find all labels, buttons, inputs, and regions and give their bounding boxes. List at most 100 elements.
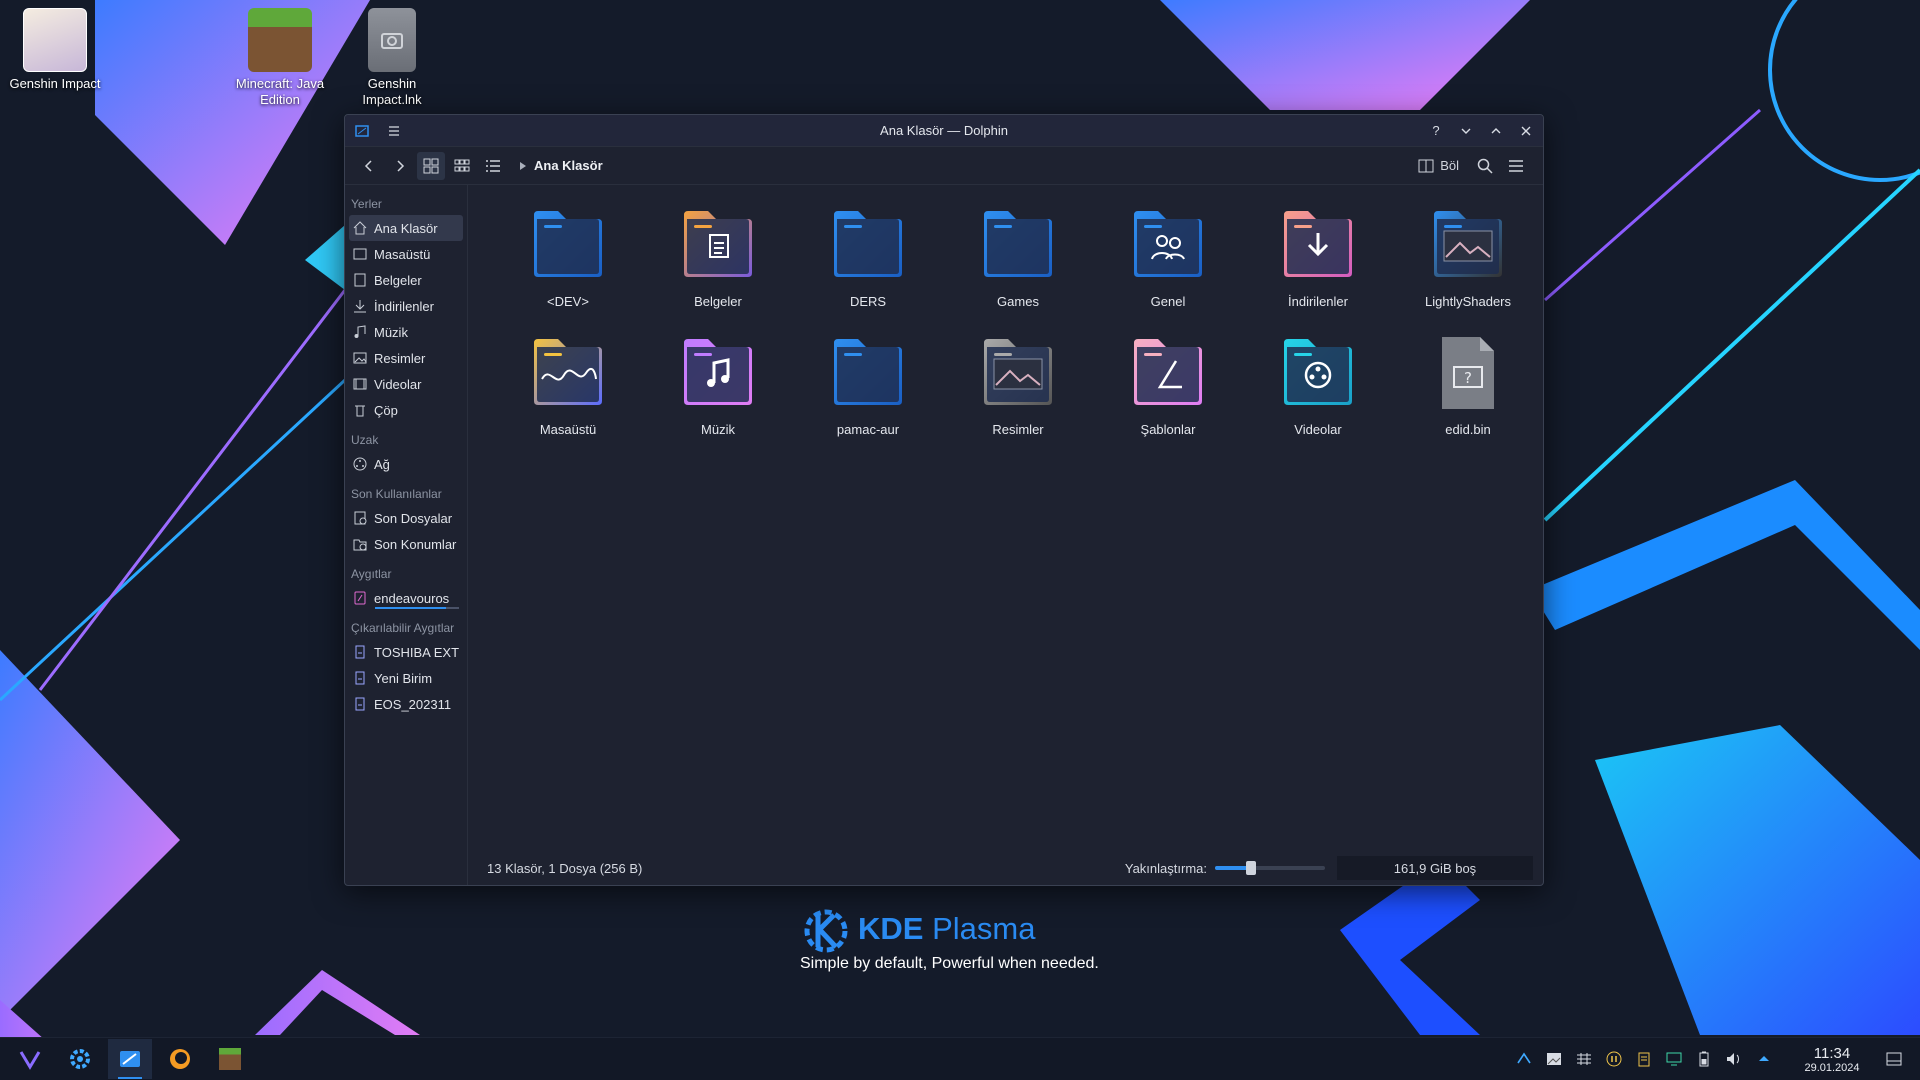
battery-icon[interactable] (1696, 1051, 1712, 1067)
desktop-icon-genshin-link[interactable]: Genshin Impact.lnk (337, 8, 447, 108)
kde-connect-icon[interactable] (1516, 1051, 1532, 1067)
show-desktop-icon[interactable] (1886, 1051, 1902, 1067)
zoom-label: Yakınlaştırma: (1124, 860, 1207, 876)
file-view[interactable]: <DEV> Belgeler DERS Games Genel İndirilenler L… (468, 185, 1543, 885)
download-icon (354, 300, 366, 313)
sidebar-item-videos[interactable]: Videolar (345, 371, 467, 397)
window-titlebar[interactable]: Ana Klasör — Dolphin ? (345, 115, 1543, 147)
system-settings-button[interactable] (58, 1039, 102, 1079)
sidebar-item-recent-files[interactable]: Son Dosyalar (345, 505, 467, 531)
desktop-icon-minecraft[interactable]: Minecraft: Java Edition (225, 8, 335, 108)
drive-icon (354, 591, 366, 605)
device-usage-fill (375, 607, 447, 609)
desktop-icon-label: Genshin Impact (9, 76, 101, 91)
desktop-icon-genshin[interactable]: Genshin Impact (0, 8, 110, 92)
sidebar-item-trash[interactable]: Çöp (345, 397, 467, 423)
forward-button[interactable] (386, 152, 414, 180)
file-grid: <DEV> Belgeler DERS Games Genel İndirilenler L… (468, 185, 1543, 461)
tray-expand-icon[interactable] (1756, 1051, 1772, 1067)
file-item[interactable]: ? edid.bin (1393, 333, 1543, 461)
sidebar-item-desktop[interactable]: Masaüstü (345, 241, 467, 267)
details-view-button[interactable] (479, 152, 507, 180)
sidebar-item-removable-1[interactable]: TOSHIBA EXT (345, 639, 467, 665)
zoom-slider[interactable] (1215, 861, 1325, 875)
search-button[interactable] (1471, 152, 1499, 180)
file-item[interactable]: pamac-aur (793, 333, 943, 461)
network-status-icon[interactable] (1666, 1051, 1682, 1067)
media-pause-icon[interactable] (1606, 1051, 1622, 1067)
help-icon[interactable]: ? (1427, 122, 1445, 140)
recent-locations-icon (353, 539, 367, 551)
recent-files-icon (354, 511, 367, 525)
file-item[interactable]: Belgeler (643, 205, 793, 333)
sidebar-item-music[interactable]: Müzik (345, 319, 467, 345)
file-name: Masaüstü (539, 422, 597, 437)
file-item[interactable]: LightlyShaders (1393, 205, 1543, 333)
dolphin-icon (120, 1051, 140, 1067)
file-item[interactable]: Videolar (1243, 333, 1393, 461)
breadcrumb: Ana Klasör (520, 158, 603, 173)
sidebar-item-pictures[interactable]: Resimler (345, 345, 467, 371)
device-usage-bar (375, 607, 459, 609)
file-name: Videolar (1294, 422, 1342, 437)
keyboard-layout-icon[interactable] (1576, 1051, 1592, 1067)
folder-preview-icon (1434, 211, 1502, 277)
search-icon (1477, 158, 1493, 174)
folder-documents-icon (684, 211, 752, 277)
file-item[interactable]: Müzik (643, 333, 793, 461)
sidebar-item-recent-locations[interactable]: Son Konumlar (345, 531, 467, 557)
chevron-right-icon (520, 161, 526, 170)
sidebar-item-documents[interactable]: Belgeler (345, 267, 467, 293)
hamburger-menu-button[interactable] (1502, 152, 1530, 180)
places-sidebar: Yerler Ana Klasör Masaüstü Belgeler İndi… (345, 185, 468, 885)
dolphin-task-button[interactable] (108, 1039, 152, 1079)
sidebar-item-home[interactable]: Ana Klasör (349, 215, 463, 241)
file-name: Müzik (701, 422, 735, 437)
sidebar-item-network[interactable]: Ağ (345, 451, 467, 477)
file-item[interactable]: DERS (793, 205, 943, 333)
minecraft-grass-icon (248, 8, 312, 72)
window-menu-icon[interactable] (385, 122, 403, 140)
minecraft-icon (219, 1048, 241, 1070)
usb-drive-icon (355, 645, 365, 659)
clock-time: 11:34 (1813, 1044, 1851, 1062)
dolphin-app-icon[interactable] (353, 122, 371, 140)
breadcrumb-home[interactable]: Ana Klasör (534, 158, 603, 173)
maximize-icon[interactable] (1487, 122, 1505, 140)
close-icon[interactable] (1517, 122, 1535, 140)
volume-icon[interactable] (1726, 1051, 1742, 1067)
split-view-button[interactable]: Böl (1418, 158, 1459, 173)
folder-icon (834, 211, 902, 277)
file-item[interactable]: Şablonlar (1093, 333, 1243, 461)
file-item[interactable]: Masaüstü (493, 333, 643, 461)
app-launcher-button[interactable] (8, 1039, 52, 1079)
minecraft-task-button[interactable] (208, 1039, 252, 1079)
file-name: Belgeler (694, 294, 742, 309)
back-button[interactable] (355, 152, 383, 180)
section-title-places: Yerler (351, 197, 382, 211)
firefox-task-button[interactable] (158, 1039, 202, 1079)
section-title-recent: Son Kullanılanlar (351, 487, 442, 501)
clock[interactable]: 11:34 29.01.2024 (1792, 1045, 1872, 1074)
file-item[interactable]: İndirilenler (1243, 205, 1393, 333)
free-space-label: 161,9 GiB boş (1393, 860, 1477, 876)
section-title-devices: Aygıtlar (351, 567, 392, 581)
zoom-slider-handle[interactable] (1246, 861, 1257, 875)
folder-pictures-icon (984, 339, 1052, 405)
sidebar-item-removable-3[interactable]: EOS_202311 (345, 691, 467, 717)
clipboard-image-icon[interactable] (1546, 1051, 1562, 1067)
file-item[interactable]: Resimler (943, 333, 1093, 461)
desktop-icon-label: Genshin Impact.lnk (362, 76, 422, 107)
icons-view-button[interactable] (417, 151, 445, 180)
minimize-icon[interactable] (1457, 122, 1475, 140)
folder-icon (984, 211, 1052, 277)
file-item[interactable]: Games (943, 205, 1093, 333)
compact-view-button[interactable] (448, 152, 476, 180)
file-item[interactable]: <DEV> (493, 205, 643, 333)
split-label: Böl (1440, 158, 1459, 173)
sidebar-item-removable-2[interactable]: Yeni Birim (345, 665, 467, 691)
sidebar-item-downloads[interactable]: İndirilenler (345, 293, 467, 319)
system-tray (1516, 1051, 1772, 1067)
file-item[interactable]: Genel (1093, 205, 1243, 333)
clipboard-icon[interactable] (1636, 1051, 1652, 1067)
